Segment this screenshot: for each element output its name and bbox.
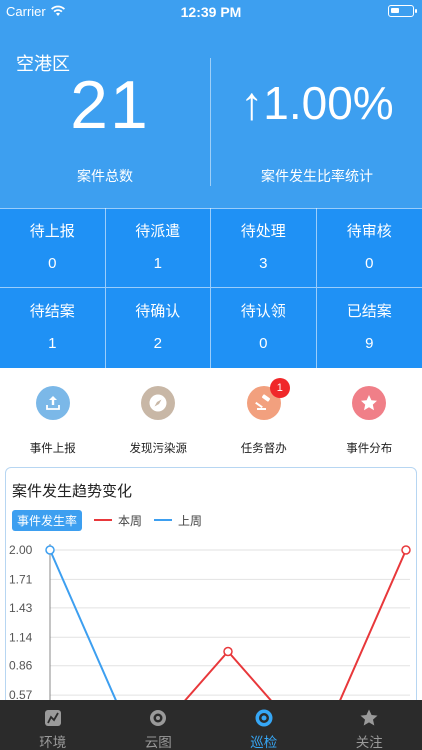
action-find-pollution-source[interactable]: 发现污染源 bbox=[106, 368, 212, 462]
status-label: 待处理 bbox=[240, 222, 286, 240]
status-count: 0 bbox=[48, 255, 57, 272]
action-event-distribution[interactable]: 事件分布 bbox=[317, 368, 422, 462]
total-cases-label: 案件总数 bbox=[77, 169, 133, 185]
tab-favorites[interactable]: 关注 bbox=[317, 700, 422, 750]
status-label: 待确认 bbox=[135, 302, 181, 320]
status-cell-pending-close[interactable]: 待结案 1 bbox=[0, 288, 106, 368]
y-tick-label: 0.86 bbox=[9, 659, 33, 673]
status-count: 2 bbox=[153, 335, 162, 352]
summary-header: Carrier 12:39 PM 空港区 21 案件总数 ↑1.00% 案件发生… bbox=[0, 0, 422, 208]
status-cell-closed[interactable]: 已结案 9 bbox=[317, 288, 422, 368]
data-point bbox=[401, 545, 411, 555]
y-tick-label: 1.71 bbox=[9, 572, 33, 586]
status-label: 待上报 bbox=[29, 222, 75, 240]
data-point bbox=[223, 646, 233, 657]
grid-top-divider bbox=[0, 208, 422, 209]
action-task-supervision[interactable]: 1 任务督办 bbox=[211, 368, 317, 462]
status-cell-pending-claim[interactable]: 待认领 0 bbox=[211, 288, 317, 368]
y-tick-label: 2.00 bbox=[9, 543, 33, 557]
compass-icon bbox=[141, 386, 176, 420]
chart-icon bbox=[44, 710, 61, 726]
tab-label: 巡检 bbox=[250, 735, 278, 750]
status-count: 3 bbox=[259, 255, 268, 272]
action-label: 任务督办 bbox=[240, 441, 287, 455]
battery-icon bbox=[388, 5, 417, 17]
action-label: 发现污染源 bbox=[129, 441, 188, 455]
clock: 12:39 PM bbox=[180, 4, 242, 20]
case-rate-value: ↑1.00% bbox=[240, 77, 394, 129]
upload-icon bbox=[35, 386, 70, 420]
status-count: 0 bbox=[365, 255, 374, 272]
bottom-tab-bar: 环境 云图 巡检 关注 bbox=[0, 700, 422, 750]
tab-cloud-map[interactable]: 云图 bbox=[106, 700, 212, 750]
action-report-event[interactable]: 事件上报 bbox=[0, 368, 106, 462]
status-label: 待派遣 bbox=[135, 222, 181, 240]
quick-actions: 事件上报 发现污染源 1 任务督办 事件分布 bbox=[0, 368, 422, 462]
status-bar: Carrier 12:39 PM bbox=[0, 0, 422, 24]
status-cell-pending-dispatch[interactable]: 待派遣 1 bbox=[105, 208, 211, 288]
cloud-map-icon bbox=[150, 710, 167, 726]
status-cell-pending-confirm[interactable]: 待确认 2 bbox=[106, 288, 211, 368]
status-count: 1 bbox=[48, 335, 57, 352]
status-label: 已结案 bbox=[346, 302, 392, 320]
tab-label: 关注 bbox=[355, 735, 383, 750]
status-label: 待认领 bbox=[240, 302, 286, 320]
y-tick-label: 1.14 bbox=[9, 630, 33, 644]
task-count-badge: 1 bbox=[269, 378, 290, 398]
tab-label: 环境 bbox=[39, 735, 67, 750]
action-label: 事件分布 bbox=[346, 441, 393, 455]
y-tick-label: 1.43 bbox=[9, 601, 33, 615]
tab-label: 云图 bbox=[144, 735, 172, 750]
status-cell-pending-review[interactable]: 待审核 0 bbox=[316, 208, 422, 288]
case-status-grid: 待上报 0 待派遣 1 待处理 3 待审核 0 待结案 1 待确认 2 待认领 0 已结案 9 bbox=[0, 208, 422, 368]
total-cases-count: 21 bbox=[70, 67, 150, 143]
data-point bbox=[45, 545, 55, 555]
header-divider bbox=[210, 58, 211, 186]
status-count: 9 bbox=[365, 335, 374, 352]
star-icon bbox=[352, 386, 387, 420]
status-cell-pending-report[interactable]: 待上报 0 bbox=[0, 208, 106, 288]
status-count: 0 bbox=[259, 335, 268, 352]
inspection-icon bbox=[255, 709, 273, 727]
star-icon bbox=[360, 709, 378, 726]
status-label: 待审核 bbox=[346, 222, 392, 240]
status-label: 待结案 bbox=[29, 302, 75, 320]
case-rate-label: 案件发生比率统计 bbox=[261, 169, 373, 185]
status-cell-pending-process[interactable]: 待处理 3 bbox=[211, 208, 317, 288]
tab-environment[interactable]: 环境 bbox=[0, 700, 106, 750]
tab-inspection[interactable]: 巡检 bbox=[211, 700, 317, 750]
status-count: 1 bbox=[153, 255, 162, 272]
action-label: 事件上报 bbox=[29, 441, 76, 455]
